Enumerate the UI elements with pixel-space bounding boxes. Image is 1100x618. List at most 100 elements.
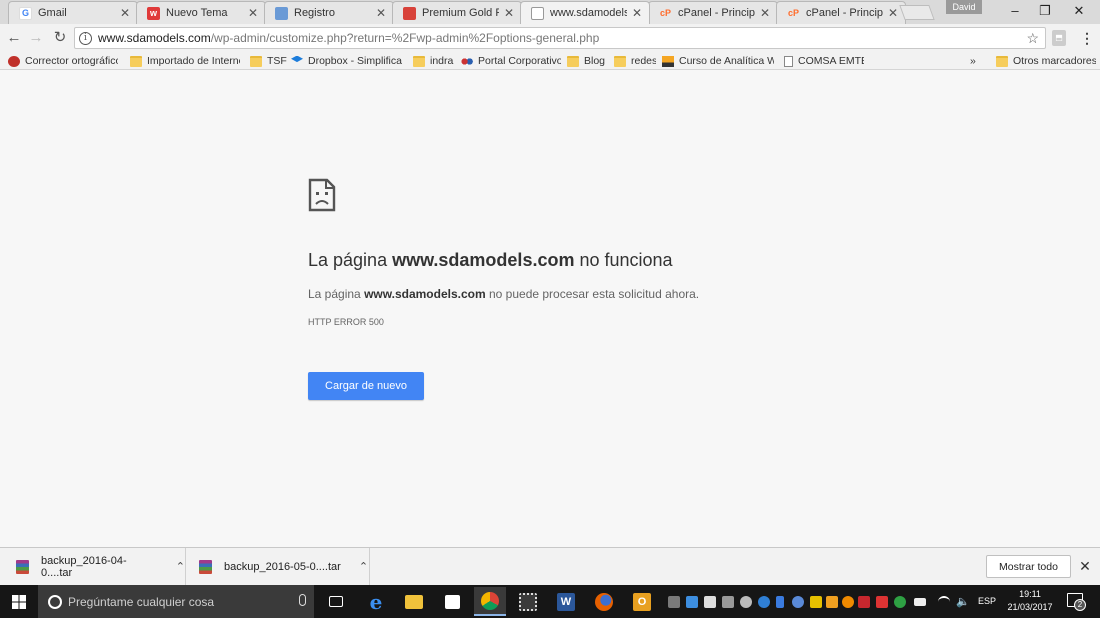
tab-premium-gold[interactable]: Premium Gold Ref ✕ xyxy=(392,1,522,24)
clock[interactable]: 19:11 21/03/2017 xyxy=(1004,588,1056,614)
bookmark-label: COMSA EMTE xyxy=(798,55,864,67)
tab-gmail[interactable]: G Gmail ✕ xyxy=(8,1,138,24)
store-app[interactable] xyxy=(436,587,468,616)
tray-icon-6[interactable] xyxy=(758,596,770,608)
bookmark-indra[interactable]: indra xyxy=(413,53,455,69)
bookmark-star-icon[interactable]: ☆ xyxy=(1026,30,1039,47)
portal-icon xyxy=(461,55,473,67)
error-title: La página www.sdamodels.com no funciona xyxy=(308,250,673,270)
tab-nuevo-tema[interactable]: w Nuevo Tema ✕ xyxy=(136,1,266,24)
tray-icon-1[interactable] xyxy=(668,596,680,608)
bookmark-comsa[interactable]: COMSA EMTE xyxy=(784,53,864,69)
tab-cpanel-2[interactable]: cP cPanel - Principal ✕ xyxy=(776,1,906,24)
chevron-up-icon[interactable]: ⌃ xyxy=(359,560,368,573)
cpanel-icon: cP xyxy=(787,8,799,18)
google-icon: G xyxy=(19,6,32,20)
folder-icon xyxy=(614,55,626,67)
calculator-app[interactable] xyxy=(512,587,544,616)
bookmarks-bar: Corrector ortográfico Importado de Inter… xyxy=(0,51,1100,70)
tray-icon-2[interactable] xyxy=(686,596,698,608)
shield-icon[interactable] xyxy=(704,596,716,608)
tab-sdamodels[interactable]: www.sdamodels.co ✕ xyxy=(520,1,650,24)
search-placeholder: Pregúntame cualquier cosa xyxy=(68,594,215,609)
tab-title: Registro xyxy=(294,7,335,19)
word-icon: W xyxy=(557,592,575,611)
error-page: La página www.sdamodels.com no funciona … xyxy=(0,71,1100,547)
abc-icon xyxy=(8,55,20,67)
firefox-app[interactable] xyxy=(588,587,620,616)
tray-icon-11[interactable] xyxy=(842,596,854,608)
show-all-downloads-button[interactable]: Mostrar todo xyxy=(986,555,1071,578)
chrome-app[interactable] xyxy=(474,587,506,616)
wifi-icon[interactable] xyxy=(938,596,950,608)
new-tab-button[interactable] xyxy=(899,5,935,20)
info-icon[interactable]: i xyxy=(79,31,92,45)
cortana-icon xyxy=(48,594,62,609)
sad-page-icon xyxy=(308,178,336,212)
microphone-icon[interactable] xyxy=(299,594,306,606)
outlook-app[interactable]: O xyxy=(626,587,658,616)
download-item[interactable]: backup_2016-04-0....tar ⌃ xyxy=(0,548,186,585)
bookmark-corrector[interactable]: Corrector ortográfico xyxy=(8,53,118,69)
close-tab-icon[interactable]: ✕ xyxy=(887,6,899,20)
chevron-up-icon[interactable]: ⌃ xyxy=(176,560,185,573)
close-tab-icon[interactable]: ✕ xyxy=(247,6,259,20)
back-button[interactable]: ← xyxy=(4,28,24,48)
tray-icon-4[interactable] xyxy=(722,596,734,608)
volume-icon[interactable]: 🔈 xyxy=(956,596,970,608)
tray-icon-13[interactable] xyxy=(876,596,888,608)
edge-app[interactable]: e xyxy=(360,587,392,616)
close-tab-icon[interactable]: ✕ xyxy=(119,6,131,20)
tray-icon-9[interactable] xyxy=(810,596,822,608)
minimize-button[interactable]: – xyxy=(1000,2,1030,20)
tray-icon-10[interactable] xyxy=(826,596,838,608)
profile-button[interactable]: David xyxy=(946,0,982,14)
bluetooth-icon[interactable] xyxy=(776,596,784,608)
close-tab-icon[interactable]: ✕ xyxy=(375,6,387,20)
word-app[interactable]: W xyxy=(550,587,582,616)
bookmark-curso[interactable]: Curso de Analítica Web xyxy=(662,53,774,69)
premium-icon xyxy=(403,6,416,20)
close-tab-icon[interactable]: ✕ xyxy=(759,6,771,20)
pdf-extension-icon[interactable]: ⬒ xyxy=(1052,30,1066,46)
notification-badge: 2 xyxy=(1074,599,1086,611)
forward-button[interactable]: → xyxy=(26,28,46,48)
bookmark-blog[interactable]: Blog xyxy=(567,53,607,69)
bookmark-importado[interactable]: Importado de Internet xyxy=(130,53,240,69)
start-button[interactable] xyxy=(0,585,38,618)
close-window-button[interactable]: ✕ xyxy=(1064,2,1094,20)
folder-icon xyxy=(250,55,262,67)
maximize-button[interactable]: ❐ xyxy=(1030,2,1060,20)
cloud-icon[interactable] xyxy=(740,596,752,608)
mcafee-icon[interactable] xyxy=(858,596,870,608)
winrar-icon xyxy=(199,559,212,574)
close-tab-icon[interactable]: ✕ xyxy=(631,6,643,20)
language-indicator[interactable]: ESP xyxy=(978,596,996,606)
bookmark-tsf[interactable]: TSF xyxy=(250,53,290,69)
reload-icon[interactable]: ↻ xyxy=(50,28,70,48)
file-explorer-app[interactable] xyxy=(398,587,430,616)
outlook-icon: O xyxy=(633,592,651,611)
chrome-menu-icon[interactable]: ⋮ xyxy=(1080,29,1094,47)
other-bookmarks[interactable]: Otros marcadores xyxy=(996,53,1096,69)
address-bar[interactable]: i www.sdamodels.com/wp-admin/customize.p… xyxy=(74,27,1046,49)
bookmark-portal[interactable]: Portal Corporativo xyxy=(461,53,561,69)
tab-title: www.sdamodels.co xyxy=(550,7,627,19)
close-tab-icon[interactable]: ✕ xyxy=(503,6,515,20)
close-download-shelf-icon[interactable]: ✕ xyxy=(1078,558,1092,574)
tab-cpanel-1[interactable]: cP cPanel - Principal ✕ xyxy=(648,1,778,24)
windows-icon xyxy=(12,594,26,609)
tray-icon-8[interactable] xyxy=(792,596,804,608)
cortana-search[interactable]: Pregúntame cualquier cosa xyxy=(38,585,314,618)
bookmark-redes[interactable]: redes xyxy=(614,53,656,69)
tab-registro[interactable]: Registro ✕ xyxy=(264,1,394,24)
battery-icon[interactable] xyxy=(914,598,926,606)
bookmarks-overflow-button[interactable]: » xyxy=(970,53,982,69)
reload-button[interactable]: Cargar de nuevo xyxy=(308,372,424,400)
bookmark-label: Curso de Analítica Web xyxy=(679,55,774,67)
task-view-button[interactable] xyxy=(320,587,352,616)
bookmark-dropbox[interactable]: Dropbox - Simplifica tu xyxy=(291,53,403,69)
tray-icon-14[interactable] xyxy=(894,596,906,608)
download-item[interactable]: backup_2016-05-0....tar ⌃ xyxy=(186,548,370,585)
url-host: www.sdamodels.com xyxy=(98,31,211,45)
